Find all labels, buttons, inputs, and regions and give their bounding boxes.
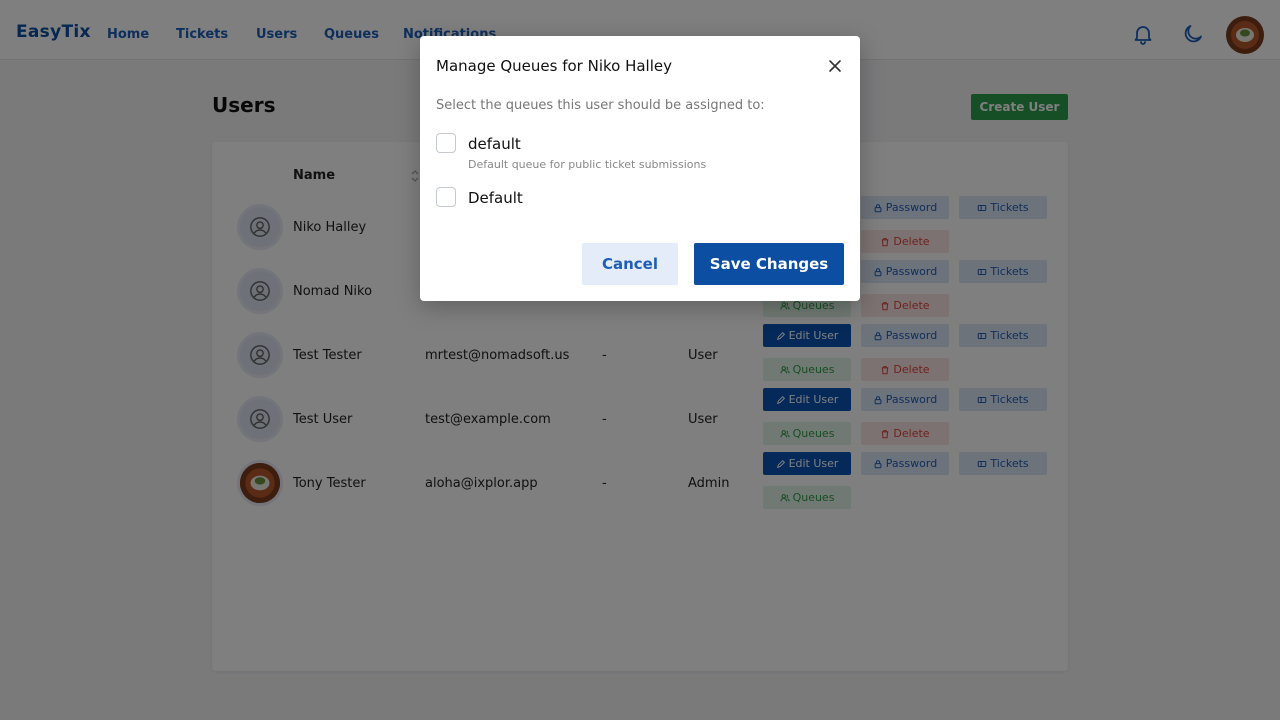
queue-checkbox[interactable] (436, 133, 456, 153)
manage-queues-dialog: Manage Queues for Niko Halley Select the… (420, 36, 860, 301)
save-changes-button[interactable]: Save Changes (694, 243, 844, 285)
dialog-title: Manage Queues for Niko Halley (436, 57, 673, 75)
queue-description: Default queue for public ticket submissi… (468, 158, 707, 171)
queue-checkbox[interactable] (436, 187, 456, 207)
queue-label[interactable]: Default (468, 189, 523, 207)
close-icon[interactable] (826, 57, 844, 75)
cancel-button[interactable]: Cancel (582, 243, 678, 285)
dialog-instructions: Select the queues this user should be as… (436, 98, 765, 113)
queue-label[interactable]: default (468, 135, 521, 153)
